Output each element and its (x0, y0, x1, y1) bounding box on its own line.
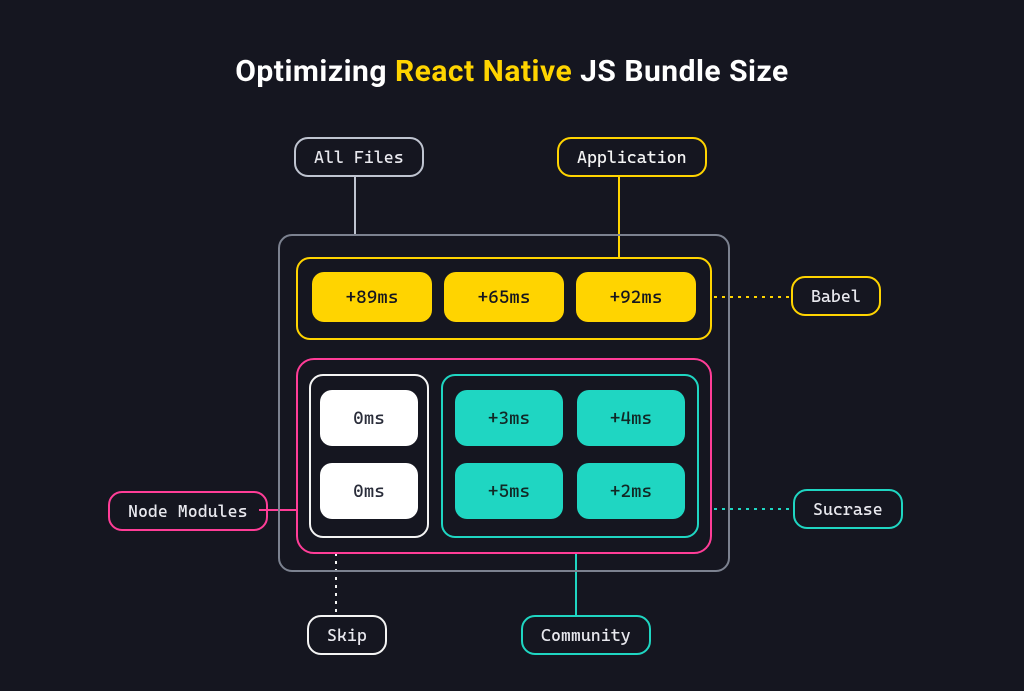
label-community: Community (521, 615, 651, 655)
label-application: Application (557, 137, 707, 177)
cell-babel-0: +89ms (312, 272, 432, 322)
label-all-files: All Files (294, 137, 424, 177)
title-pre: Optimizing (235, 54, 395, 89)
cell-sucrase-0: +3ms (455, 390, 563, 446)
cell-sucrase-2: +5ms (455, 463, 563, 519)
cell-sucrase-3: +2ms (577, 463, 685, 519)
label-skip: Skip (307, 615, 387, 655)
title-accent: React Native (395, 54, 572, 89)
title-post: JS Bundle Size (572, 54, 789, 89)
label-node-modules: Node Modules (108, 491, 268, 531)
cell-sucrase-1: +4ms (577, 390, 685, 446)
cell-babel-2: +92ms (576, 272, 696, 322)
label-sucrase: Sucrase (793, 489, 903, 529)
label-babel: Babel (791, 276, 881, 316)
cell-skip-0: 0ms (320, 390, 418, 446)
cell-skip-1: 0ms (320, 463, 418, 519)
cell-babel-1: +65ms (444, 272, 564, 322)
diagram-stage: Optimizing React Native JS Bundle Size A… (0, 0, 1024, 691)
page-title: Optimizing React Native JS Bundle Size (0, 54, 1024, 89)
